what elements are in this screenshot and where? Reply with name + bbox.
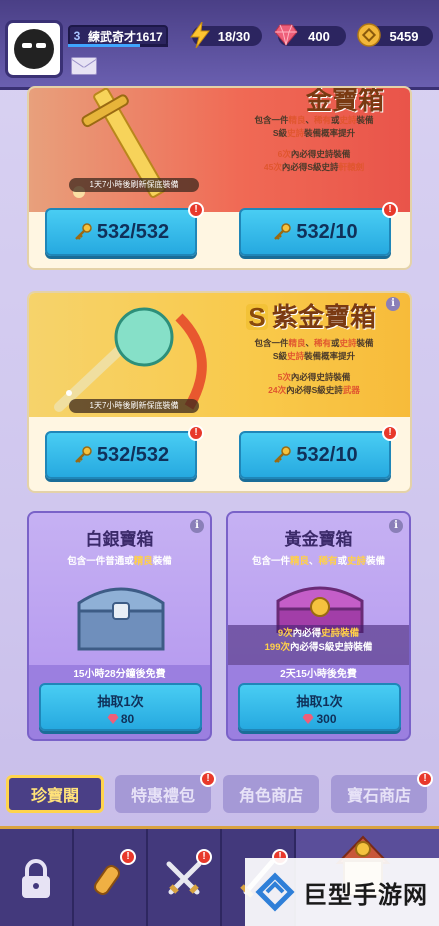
gem-icon <box>302 714 314 724</box>
alert-badge-icon: ! <box>382 425 398 441</box>
chest-art-area: 白銀寶箱 i 包含一件普通或精良裝備 <box>29 513 210 665</box>
chest-description: 包含一件精良、稀有或史詩裝備 S級史詩裝備概率提升 6次內必得史詩裝備 45次內… <box>254 115 374 172</box>
chest-banner: S 紫金寶箱 i 包含一件精良、稀有或史詩裝備 S級史詩裝備概率提升 5次內必得史… <box>29 293 410 417</box>
gold-chest-icon <box>276 586 364 633</box>
jade-sword-icon <box>54 307 207 412</box>
tab-character-shop[interactable]: 角色商店 <box>223 775 319 813</box>
nav-battle[interactable] <box>148 829 222 926</box>
silver-chest-icon <box>77 587 165 651</box>
alert-badge-icon: ! <box>417 771 433 787</box>
purple-gold-chest-card: S 紫金寶箱 i 包含一件精良、稀有或史詩裝備 S級史詩裝備概率提升 5次內必得史… <box>27 291 412 493</box>
draw-once-button[interactable]: 抽取1次 80 <box>39 683 202 731</box>
alert-badge-icon: ! <box>196 849 212 865</box>
ninja-avatar-icon <box>14 29 54 69</box>
chest-description: 包含一件精良、稀有或史詩裝備 <box>251 556 386 567</box>
chest-description: 包含一件精良、稀有或史詩裝備 S級史詩裝備概率提升 5次內必得史詩裝備 24次內… <box>254 338 374 395</box>
key-icon <box>274 223 292 240</box>
watermark-logo-icon <box>255 872 295 912</box>
tab-special-packs[interactable]: 特惠禮包 <box>115 775 211 813</box>
pity-info: 9次內必得史詩裝備 199次內必得S級史詩裝備 <box>264 628 373 653</box>
key-icon <box>74 446 92 463</box>
key-icon <box>274 446 292 463</box>
coin-icon <box>355 21 383 49</box>
alert-badge-icon: ! <box>120 849 136 865</box>
energy-counter[interactable]: 18/30 <box>190 22 262 48</box>
info-icon[interactable]: i <box>389 519 403 533</box>
top-status-bar: 3 練武奇才1617 18/30 400 5459 <box>0 0 439 90</box>
key-draw-button-left[interactable]: 532/532 <box>45 431 197 479</box>
refresh-tag: 1天7小時後刷新保底裝備 <box>69 178 199 192</box>
lightning-icon <box>186 21 214 49</box>
chest-title: 白銀寶箱 <box>85 530 154 549</box>
refresh-tag: 1天7小時後刷新保底裝備 <box>69 399 199 413</box>
tab-gem-shop[interactable]: 寶石商店 <box>331 775 427 813</box>
key-icon <box>74 223 92 240</box>
lock-icon <box>22 859 50 898</box>
alert-badge-icon: ! <box>382 202 398 218</box>
info-icon[interactable]: i <box>190 519 204 533</box>
nav-scroll[interactable] <box>74 829 148 926</box>
chest-description: 包含一件普通或精良裝備 <box>67 556 172 567</box>
free-timer: 2天15小時後免費 <box>280 669 357 680</box>
gold-chest-card: 黃金寶箱 i 包含一件精良、稀有或史詩裝備 9次內必得史詩裝備 199次內必得S… <box>226 511 411 741</box>
chest-title: S 紫金寶箱 <box>245 297 376 334</box>
xp-bar <box>68 44 168 47</box>
player-name: 練武奇才1617 <box>88 29 163 44</box>
gem-counter[interactable]: 400 <box>274 24 346 46</box>
mail-icon[interactable] <box>71 57 97 75</box>
gold-legend-chest-card: 金寶箱 包含一件精良、稀有或史詩裝備 S級史詩裝備概率提升 6次內必得史詩裝備 … <box>27 86 412 270</box>
alert-badge-icon: ! <box>188 202 204 218</box>
alert-badge-icon: ! <box>188 425 204 441</box>
chest-title: 黃金寶箱 <box>284 530 353 549</box>
silver-chest-card: 白銀寶箱 i 包含一件普通或精良裝備 15小時28分鐘後免費 抽取1次 80 <box>27 511 212 741</box>
info-icon[interactable]: i <box>386 297 400 311</box>
site-watermark: 巨型手游网 <box>245 858 439 926</box>
gem-icon <box>272 21 300 49</box>
chest-title: 金寶箱 <box>305 86 384 115</box>
xp-bar-fill <box>68 44 140 47</box>
gem-icon <box>107 714 119 724</box>
avatar[interactable] <box>5 20 63 78</box>
draw-once-button[interactable]: 抽取1次 300 <box>238 683 401 731</box>
coin-counter[interactable]: 5459 <box>357 23 433 47</box>
tab-treasure-pavilion[interactable]: 珍寶閣 <box>6 775 104 813</box>
free-timer: 15小時28分鐘後免費 <box>73 669 166 680</box>
key-draw-button-right[interactable]: 532/10 <box>239 431 391 479</box>
key-draw-button-right[interactable]: 532/10 <box>239 208 391 256</box>
chest-art-area: 黃金寶箱 i 包含一件精良、稀有或史詩裝備 9次內必得史詩裝備 199次內必得S… <box>228 513 409 665</box>
alert-badge-icon: ! <box>200 771 216 787</box>
s-rank-icon: S <box>245 304 268 330</box>
key-draw-button-left[interactable]: 532/532 <box>45 208 197 256</box>
player-level: 3 <box>73 29 81 43</box>
nav-locked[interactable] <box>0 829 74 926</box>
crossed-swords-icon <box>166 861 202 895</box>
chest-banner: 金寶箱 包含一件精良、稀有或史詩裝備 S級史詩裝備概率提升 6次內必得史詩裝備 … <box>29 88 410 212</box>
